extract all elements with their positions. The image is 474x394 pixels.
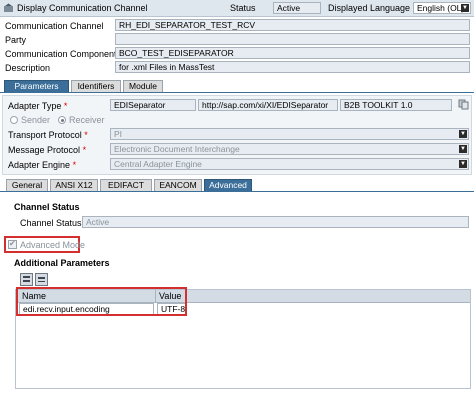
status-label: Status [230,3,256,13]
language-label: Displayed Language [328,3,411,13]
party-field [115,33,470,45]
description-label: Description [5,63,51,73]
channel-label: Communication Channel [5,21,104,31]
adapter-type-text: Adapter Type [8,101,62,111]
sender-radio[interactable] [10,116,18,124]
tab-module[interactable]: Module [123,80,163,92]
required-mark: * [84,130,88,140]
engine-text: Adapter Engine [8,160,71,170]
message-text: Message Protocol [8,145,81,155]
engine-value: Central Adapter Engine [114,159,202,169]
channel-status-title: Channel Status [14,202,80,212]
copy-icon[interactable] [458,99,469,110]
tab-ansi-x12[interactable]: ANSI X12 [50,179,98,191]
tab-divider [0,92,474,93]
additional-params-title: Additional Parameters [14,258,110,268]
tab-identifiers[interactable]: Identifiers [71,80,121,92]
table-empty-area [16,318,470,388]
main-tab-strip: Parameters Identifiers Module [4,80,470,92]
engine-select[interactable]: Central Adapter Engine ▼ [110,158,469,170]
tab-general[interactable]: General [6,179,48,191]
page-title: Display Communication Channel [17,3,148,13]
advanced-mode-checkbox[interactable]: ✔ [8,239,17,249]
language-select[interactable]: English (OL) ▼ [413,2,471,14]
receiver-label: Receiver [69,115,105,125]
required-mark: * [63,101,68,111]
table-highlight [16,287,187,316]
adapter-swcv-field: B2B TOOLKIT 1.0 [340,99,452,111]
transport-text: Transport Protocol [8,130,82,140]
transport-select[interactable]: PI ▼ [110,128,469,140]
dropdown-arrow-icon: ▼ [459,160,467,168]
receiver-radio[interactable] [58,116,66,124]
adapter-type-field: EDISeparator [110,99,196,111]
status-field: Active [273,2,321,14]
component-label: Communication Component [5,49,117,59]
party-label: Party [5,35,27,45]
message-select[interactable]: Electronic Document Interchange ▼ [110,143,469,155]
adapter-type-label: Adapter Type * [8,101,67,111]
tab-edifact[interactable]: EDIFACT [100,179,152,191]
required-mark: * [82,145,87,155]
delete-row-icon[interactable] [35,273,48,286]
title-bar: Display Communication Channel Status Act… [0,0,474,17]
component-field: BCO_TEST_EDISEPARATOR [115,47,470,59]
transport-value: PI [114,129,123,139]
dropdown-arrow-icon: ▼ [459,145,467,153]
engine-label: Adapter Engine * [8,160,76,170]
advanced-mode-label: Advanced Mode [20,240,86,250]
description-field: for .xml Files in MassTest [115,61,470,73]
dropdown-arrow-icon: ▼ [459,130,467,138]
sub-tab-strip: General ANSI X12 EDIFACT EANCOM Advanced [6,179,472,191]
insert-row-icon[interactable] [20,273,33,286]
channel-status-label: Channel Status [20,218,82,228]
channel-field: RH_EDI_SEPARATOR_TEST_RCV [115,19,470,31]
transport-label: Transport Protocol * [8,130,88,140]
language-select-value: English (OL) [417,3,465,13]
checkmark-icon: ✔ [9,239,16,248]
sender-label: Sender [21,115,51,125]
message-label: Message Protocol * [8,145,86,155]
receiver-radio-dot [60,118,64,122]
tab-advanced[interactable]: Advanced [204,179,252,191]
sub-tab-divider [0,191,474,192]
dropdown-arrow-icon: ▼ [461,4,469,12]
header-app-icon [4,3,13,12]
table-toolbar [20,273,50,286]
message-value: Electronic Document Interchange [114,144,240,154]
tab-parameters[interactable]: Parameters [4,80,69,92]
required-mark: * [72,160,77,170]
tab-eancom[interactable]: EANCOM [154,179,202,191]
adapter-namespace-field: http://sap.com/xi/XI/EDISeparator [198,99,338,111]
channel-status-field: Active [82,216,469,228]
